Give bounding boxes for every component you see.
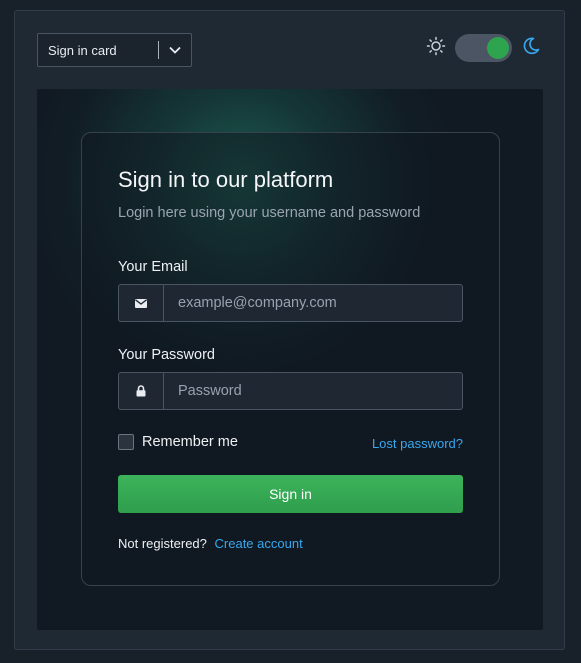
card-subtitle: Login here using your username and passw… bbox=[118, 205, 421, 221]
lost-password-link[interactable]: Lost password? bbox=[372, 436, 463, 451]
sign-in-card: Sign in to our platform Login here using… bbox=[81, 132, 500, 586]
preview-stage: Sign in to our platform Login here using… bbox=[37, 89, 543, 630]
email-field-group bbox=[118, 284, 463, 322]
sun-icon[interactable] bbox=[426, 36, 446, 61]
password-label: Your Password bbox=[118, 347, 215, 363]
remember-me[interactable]: Remember me bbox=[118, 434, 238, 450]
password-input[interactable] bbox=[164, 373, 462, 409]
variant-select-value: Sign in card bbox=[48, 42, 117, 58]
password-field-group bbox=[118, 372, 463, 410]
remember-label: Remember me bbox=[142, 434, 238, 450]
sign-in-button[interactable]: Sign in bbox=[118, 475, 463, 513]
moon-icon[interactable] bbox=[521, 36, 541, 61]
email-label: Your Email bbox=[118, 259, 188, 275]
not-registered-text: Not registered? bbox=[118, 536, 207, 551]
create-account-link[interactable]: Create account bbox=[215, 536, 303, 551]
theme-toggle[interactable] bbox=[455, 34, 512, 62]
chevron-down-icon[interactable] bbox=[159, 46, 191, 54]
email-input[interactable] bbox=[164, 285, 462, 321]
remember-checkbox[interactable] bbox=[118, 434, 134, 450]
lock-icon bbox=[119, 373, 164, 409]
envelope-icon bbox=[119, 285, 164, 321]
register-prompt: Not registered? Create account bbox=[118, 536, 303, 551]
toggle-knob bbox=[487, 37, 509, 59]
theme-controls bbox=[426, 34, 541, 62]
variant-select[interactable]: Sign in card bbox=[37, 33, 192, 67]
card-title: Sign in to our platform bbox=[118, 167, 334, 192]
preview-frame: Sign in card Sign in to our platform Log… bbox=[14, 10, 565, 650]
